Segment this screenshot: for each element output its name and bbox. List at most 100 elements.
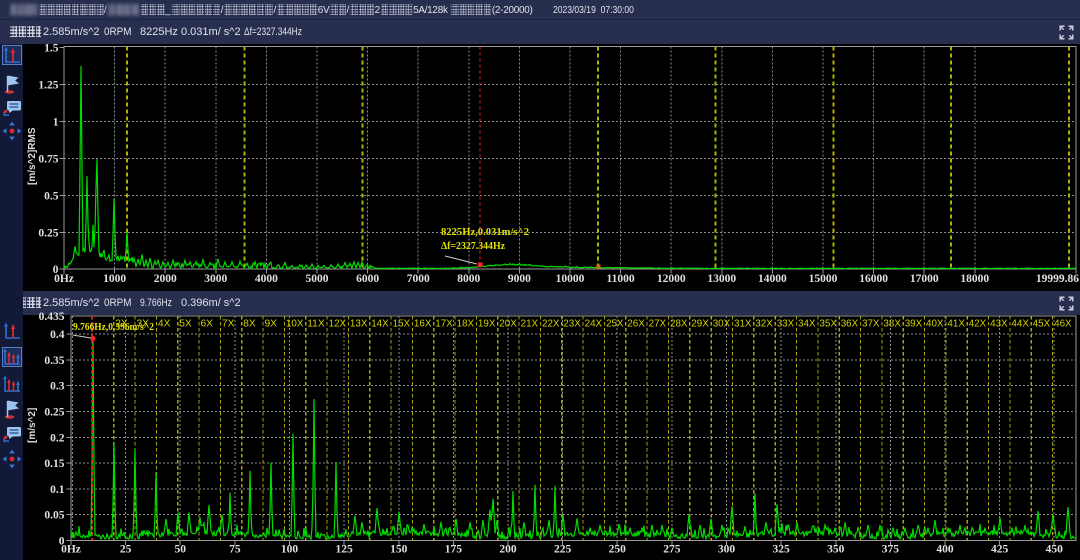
svg-text:9000: 9000 (508, 273, 531, 285)
svg-text:1000: 1000 (103, 273, 126, 285)
svg-text:[m/s^2]RMS: [m/s^2]RMS (27, 127, 38, 185)
svg-text:300: 300 (718, 544, 736, 556)
svg-text:0.3: 0.3 (50, 381, 65, 393)
svg-text:16000: 16000 (859, 273, 888, 285)
svg-text:16X: 16X (414, 318, 432, 330)
svg-text:30X: 30X (713, 318, 731, 330)
svg-text:33X: 33X (777, 318, 795, 330)
svg-text:6000: 6000 (356, 273, 379, 285)
svg-text:39X: 39X (905, 318, 923, 330)
svg-text:36X: 36X (841, 318, 859, 330)
svg-text:425: 425 (991, 544, 1009, 556)
svg-text:150: 150 (390, 544, 408, 556)
svg-text:0.5: 0.5 (44, 190, 59, 202)
svg-text:Δf=2327.344Hz: Δf=2327.344Hz (441, 241, 505, 252)
svg-text:4X: 4X (158, 318, 171, 330)
svg-text:75: 75 (229, 544, 241, 556)
svg-text:19999.86: 19999.86 (1036, 273, 1079, 285)
svg-text:225: 225 (554, 544, 572, 556)
svg-text:0.35: 0.35 (44, 355, 64, 367)
svg-text:12000: 12000 (657, 273, 686, 285)
svg-text:26X: 26X (627, 318, 645, 330)
svg-text:1.25: 1.25 (38, 80, 58, 92)
svg-text:0: 0 (59, 536, 65, 548)
svg-text:0.25: 0.25 (44, 407, 64, 419)
svg-text:100: 100 (281, 544, 299, 556)
svg-text:7000: 7000 (407, 273, 430, 285)
svg-text:18000: 18000 (960, 273, 989, 285)
svg-text:14X: 14X (371, 318, 389, 330)
svg-text:15000: 15000 (809, 273, 838, 285)
svg-text:1: 1 (53, 117, 59, 129)
svg-text:2000: 2000 (154, 273, 177, 285)
svg-text:0.15: 0.15 (44, 458, 64, 470)
svg-text:50: 50 (174, 544, 186, 556)
svg-text:25: 25 (120, 544, 132, 556)
svg-text:350: 350 (827, 544, 845, 556)
svg-text:0.2: 0.2 (50, 432, 65, 444)
svg-text:31X: 31X (734, 318, 752, 330)
svg-text:8000: 8000 (457, 273, 480, 285)
svg-text:0.25: 0.25 (38, 227, 58, 239)
svg-text:43X: 43X (990, 318, 1008, 330)
svg-text:38X: 38X (883, 318, 901, 330)
svg-text:8X: 8X (243, 318, 256, 330)
svg-text:37X: 37X (862, 318, 880, 330)
svg-text:24X: 24X (585, 318, 603, 330)
svg-text:42X: 42X (969, 318, 987, 330)
svg-text:8225Hz,0.031m/s^2: 8225Hz,0.031m/s^2 (441, 227, 529, 238)
svg-text:28X: 28X (670, 318, 688, 330)
svg-text:250: 250 (609, 544, 627, 556)
svg-text:22X: 22X (542, 318, 560, 330)
svg-text:32X: 32X (755, 318, 773, 330)
svg-text:11X: 11X (307, 318, 325, 330)
svg-text:3000: 3000 (204, 273, 227, 285)
svg-text:0.1: 0.1 (50, 484, 65, 496)
svg-text:0: 0 (53, 264, 59, 276)
svg-text:41X: 41X (947, 318, 965, 330)
svg-text:14000: 14000 (758, 273, 787, 285)
svg-text:5000: 5000 (306, 273, 329, 285)
svg-text:0.435: 0.435 (39, 311, 65, 323)
svg-text:21X: 21X (521, 318, 539, 330)
svg-text:[m/s^2]: [m/s^2] (27, 408, 38, 443)
svg-text:45X: 45X (1033, 318, 1051, 330)
svg-text:17000: 17000 (910, 273, 939, 285)
svg-text:10X: 10X (286, 318, 304, 330)
svg-text:20X: 20X (499, 318, 517, 330)
svg-text:325: 325 (772, 544, 790, 556)
svg-text:1.5: 1.5 (44, 43, 59, 55)
svg-text:12X: 12X (329, 318, 347, 330)
svg-text:15X: 15X (393, 318, 411, 330)
svg-text:7X: 7X (222, 318, 235, 330)
svg-text:40X: 40X (926, 318, 944, 330)
svg-text:44X: 44X (1011, 318, 1029, 330)
svg-text:450: 450 (1046, 544, 1064, 556)
svg-text:200: 200 (499, 544, 517, 556)
svg-text:18X: 18X (457, 318, 475, 330)
svg-text:17X: 17X (435, 318, 453, 330)
svg-text:35X: 35X (819, 318, 837, 330)
svg-text:19X: 19X (478, 318, 496, 330)
svg-text:9X: 9X (265, 318, 278, 330)
svg-text:11000: 11000 (607, 273, 635, 285)
svg-text:5X: 5X (179, 318, 192, 330)
svg-text:10000: 10000 (556, 273, 585, 285)
svg-text:400: 400 (936, 544, 954, 556)
svg-text:27X: 27X (649, 318, 667, 330)
svg-text:34X: 34X (798, 318, 816, 330)
svg-text:29X: 29X (691, 318, 709, 330)
svg-text:0.4: 0.4 (50, 329, 65, 341)
svg-text:4000: 4000 (255, 273, 278, 285)
svg-text:0.75: 0.75 (38, 154, 58, 166)
svg-text:175: 175 (445, 544, 463, 556)
svg-text:6X: 6X (201, 318, 214, 330)
svg-text:125: 125 (335, 544, 353, 556)
svg-text:23X: 23X (563, 318, 581, 330)
svg-text:275: 275 (663, 544, 681, 556)
svg-text:0.05: 0.05 (44, 510, 64, 522)
svg-text:375: 375 (882, 544, 900, 556)
svg-text:46X: 46X (1054, 318, 1072, 330)
svg-text:25X: 25X (606, 318, 624, 330)
svg-text:13000: 13000 (707, 273, 736, 285)
